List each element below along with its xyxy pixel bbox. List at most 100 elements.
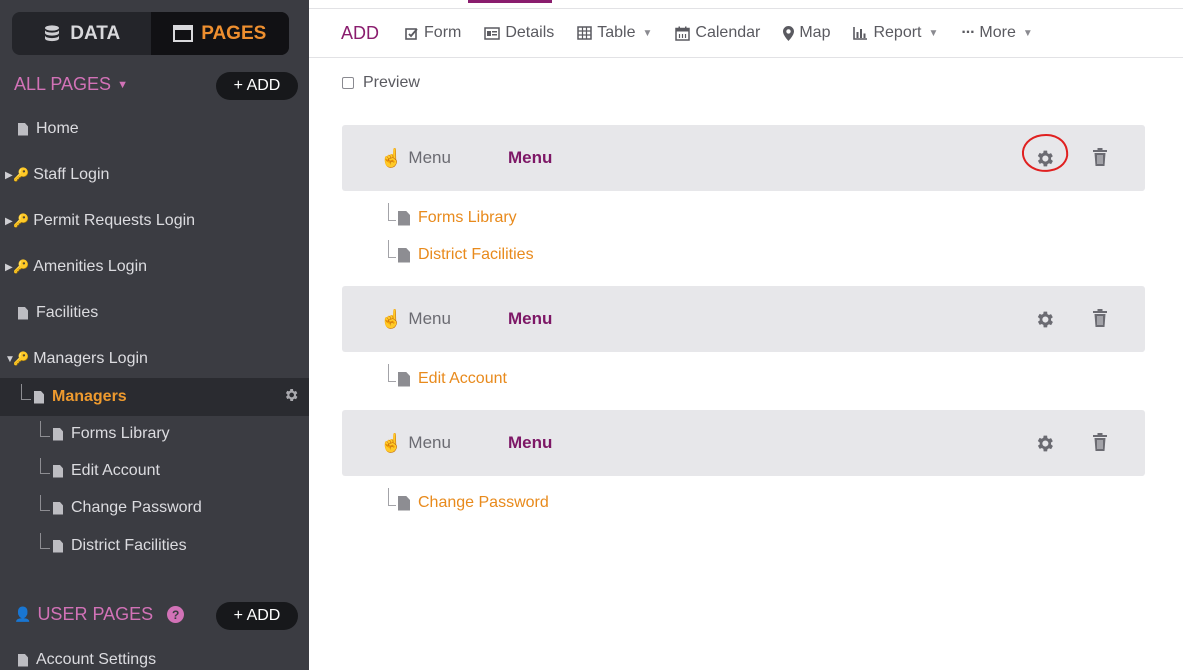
sidebar-item-change-password[interactable]: Change Password bbox=[0, 490, 309, 526]
sidebar-item-label: Facilities bbox=[36, 304, 99, 321]
caret-down-icon[interactable]: ▼ bbox=[5, 354, 15, 365]
menu-view-block[interactable]: ☝ Menu Menu bbox=[342, 125, 1145, 191]
view-type-label: Menu bbox=[408, 148, 451, 167]
tree-connector bbox=[21, 384, 31, 400]
sidebar-item-edit-account[interactable]: Edit Account bbox=[0, 453, 309, 489]
view-type: ☝ Menu bbox=[380, 286, 451, 352]
add-details-label: Details bbox=[505, 24, 555, 41]
menu-link-item[interactable]: Change Password bbox=[388, 485, 549, 521]
add-map-label: Map bbox=[799, 24, 831, 41]
menu-view-block[interactable]: ☝ Menu Menu bbox=[342, 410, 1145, 476]
ellipsis-icon: ··· bbox=[961, 24, 975, 41]
view-type: ☝ Menu bbox=[380, 125, 451, 191]
caret-right-icon[interactable]: ▶ bbox=[5, 170, 13, 181]
sidebar-item-forms-library[interactable]: Forms Library bbox=[0, 416, 309, 452]
page-icon bbox=[53, 464, 63, 478]
key-icon: 🔑 bbox=[13, 351, 30, 366]
gear-icon[interactable] bbox=[1034, 309, 1055, 335]
user-icon: 👤 bbox=[14, 606, 32, 622]
trash-icon[interactable] bbox=[1092, 433, 1108, 457]
view-type-label: Menu bbox=[408, 309, 451, 328]
add-more-button[interactable]: ··· More ▼ bbox=[961, 24, 1032, 42]
page-icon bbox=[398, 371, 410, 387]
menu-link-label: Edit Account bbox=[418, 370, 507, 387]
add-calendar-button[interactable]: Calendar bbox=[675, 24, 760, 42]
view-type: ☝ Menu bbox=[380, 410, 451, 476]
map-marker-icon bbox=[783, 25, 795, 41]
hand-pointer-icon: ☝ bbox=[380, 308, 403, 329]
tree-connector bbox=[40, 533, 50, 549]
calendar-icon bbox=[675, 26, 691, 41]
trash-icon[interactable] bbox=[1092, 309, 1108, 333]
active-tab-indicator bbox=[468, 0, 552, 3]
gear-icon[interactable] bbox=[1034, 433, 1055, 459]
tree-connector bbox=[40, 458, 50, 474]
sidebar-item-label: Permit Requests Login bbox=[33, 212, 196, 229]
data-pages-toggle: DATA PAGES bbox=[12, 12, 289, 55]
page-icon bbox=[398, 210, 410, 226]
sidebar-item-label: Forms Library bbox=[71, 425, 170, 442]
page-icon bbox=[34, 390, 44, 404]
trash-icon[interactable] bbox=[1092, 148, 1108, 172]
chevron-down-icon: ▼ bbox=[642, 27, 653, 39]
preview-checkbox[interactable] bbox=[342, 77, 354, 89]
sidebar-item-managers-login[interactable]: ▼ 🔑 Managers Login bbox=[0, 341, 309, 377]
add-more-label: More bbox=[979, 24, 1016, 41]
sidebar-item-home[interactable]: Home bbox=[0, 111, 309, 147]
sidebar-item-district-facilities[interactable]: District Facilities bbox=[0, 528, 309, 564]
preview-label: Preview bbox=[363, 74, 420, 91]
sidebar-item-managers[interactable]: Managers bbox=[0, 378, 309, 416]
add-details-button[interactable]: Details bbox=[484, 24, 554, 42]
all-pages-dropdown[interactable]: ALL PAGES ▼ bbox=[14, 74, 128, 95]
tree-connector bbox=[388, 240, 396, 258]
pages-tab[interactable]: PAGES bbox=[150, 12, 289, 55]
menu-link-item[interactable]: District Facilities bbox=[388, 237, 534, 273]
sidebar-item-staff-login[interactable]: ▶ 🔑 Staff Login bbox=[0, 157, 309, 193]
caret-right-icon[interactable]: ▶ bbox=[5, 216, 13, 227]
window-icon bbox=[173, 24, 194, 44]
sidebar-item-facilities[interactable]: Facilities bbox=[0, 295, 309, 331]
data-tab[interactable]: DATA bbox=[12, 12, 151, 55]
sidebar-item-label: District Facilities bbox=[71, 537, 187, 554]
data-tab-label: DATA bbox=[70, 22, 121, 44]
all-pages-label: ALL PAGES bbox=[14, 74, 112, 94]
user-pages-header: 👤 USER PAGES ? bbox=[14, 604, 185, 625]
view-name: Menu bbox=[508, 148, 553, 167]
preview-toggle[interactable]: Preview bbox=[342, 74, 420, 92]
menu-view-block[interactable]: ☝ Menu Menu bbox=[342, 286, 1145, 352]
view-name: Menu bbox=[508, 309, 553, 328]
page-icon bbox=[18, 122, 28, 136]
form-icon bbox=[405, 27, 418, 40]
chevron-down-icon: ▼ bbox=[1022, 27, 1033, 39]
details-icon bbox=[484, 26, 501, 40]
add-user-page-button[interactable]: + ADD bbox=[216, 602, 298, 630]
sidebar-item-amenities-login[interactable]: ▶ 🔑 Amenities Login bbox=[0, 249, 309, 285]
sidebar: DATA PAGES ALL PAGES ▼ + ADD Home ▶ 🔑 St… bbox=[0, 0, 309, 670]
tree-connector bbox=[388, 364, 396, 382]
add-report-label: Report bbox=[873, 24, 922, 41]
sidebar-item-permit-requests-login[interactable]: ▶ 🔑 Permit Requests Login bbox=[0, 203, 309, 239]
help-icon[interactable]: ? bbox=[167, 606, 185, 623]
add-table-button[interactable]: Table ▼ bbox=[577, 24, 652, 42]
sidebar-item-label: Managers Login bbox=[33, 350, 148, 367]
add-page-button[interactable]: + ADD bbox=[216, 72, 298, 100]
chevron-down-icon: ▼ bbox=[928, 27, 939, 39]
add-form-button[interactable]: Form bbox=[405, 24, 461, 42]
add-map-button[interactable]: Map bbox=[783, 24, 830, 42]
menu-link-item[interactable]: Forms Library bbox=[388, 200, 517, 236]
tree-connector bbox=[40, 495, 50, 511]
user-pages-label: USER PAGES bbox=[37, 604, 154, 624]
caret-right-icon[interactable]: ▶ bbox=[5, 262, 13, 273]
tree-connector bbox=[40, 421, 50, 437]
sidebar-item-label: Staff Login bbox=[33, 166, 110, 183]
add-table-label: Table bbox=[597, 24, 636, 41]
hand-pointer-icon: ☝ bbox=[380, 147, 403, 168]
gear-icon[interactable] bbox=[1034, 148, 1055, 174]
menu-link-item[interactable]: Edit Account bbox=[388, 361, 507, 397]
add-report-button[interactable]: Report ▼ bbox=[853, 24, 938, 42]
chevron-down-icon: ▼ bbox=[117, 78, 128, 91]
menu-link-label: Change Password bbox=[418, 494, 549, 511]
gear-icon[interactable] bbox=[283, 387, 299, 408]
tree-connector bbox=[388, 488, 396, 506]
sidebar-item-account-settings[interactable]: Account Settings bbox=[0, 642, 309, 670]
